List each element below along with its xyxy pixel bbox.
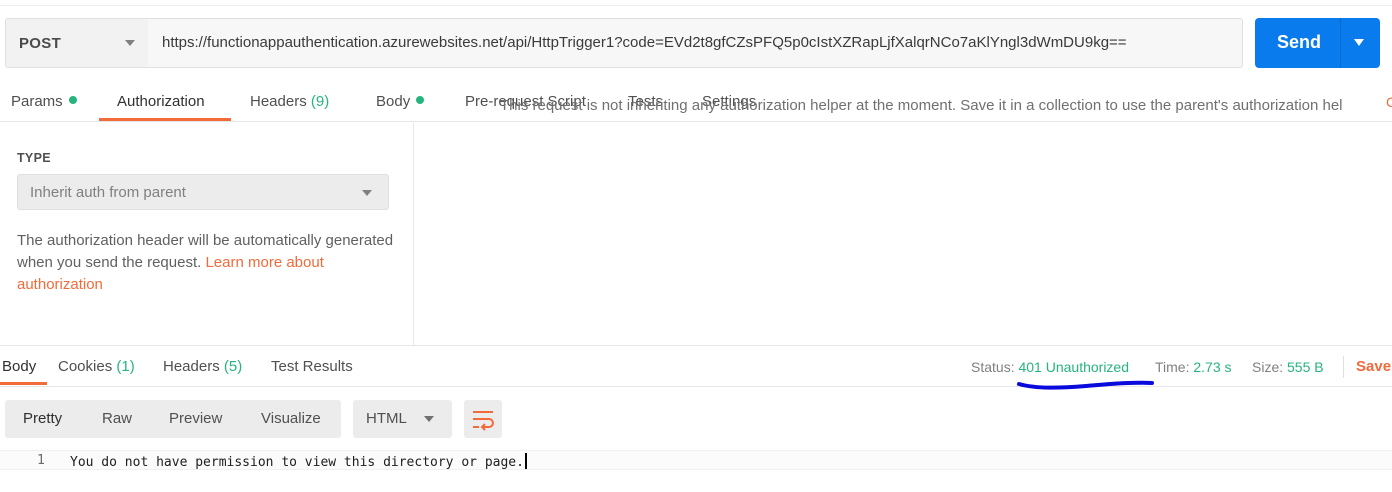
status-indicator: Status: 401 Unauthorized [971, 359, 1129, 375]
send-button[interactable]: Send [1255, 18, 1380, 68]
cookies-link-edge[interactable]: C [1386, 94, 1392, 108]
wrap-lines-icon [473, 411, 494, 431]
send-divider [1340, 18, 1341, 68]
tab-headers-count: (9) [310, 93, 330, 110]
format-select[interactable]: HTML [353, 400, 452, 438]
size-value[interactable]: 555 B [1287, 359, 1324, 375]
response-body-editor[interactable]: 1 You do not have permission to view thi… [0, 450, 1392, 470]
time-value[interactable]: 2.73 s [1193, 359, 1231, 375]
tab-authorization[interactable]: Authorization [117, 93, 205, 110]
view-preview-button[interactable]: Preview [169, 410, 222, 427]
auth-type-label: TYPE [17, 151, 51, 165]
send-options-chevron-icon[interactable] [1354, 39, 1364, 46]
response-tab-cookies-count: (1) [116, 358, 135, 375]
chevron-down-icon [125, 40, 135, 46]
time-label: Time: [1155, 359, 1190, 375]
response-tab-headers[interactable]: Headers (5) [163, 358, 242, 375]
tab-body[interactable]: Body [376, 93, 425, 110]
view-visualize-button[interactable]: Visualize [261, 410, 321, 427]
body-active-dot-icon [416, 96, 425, 104]
status-label: Status: [971, 359, 1015, 375]
method-select[interactable]: POST [5, 18, 149, 68]
method-label: POST [19, 35, 62, 52]
line-number: 1 [37, 453, 45, 468]
auth-inherit-message: This request is not inheriting any autho… [500, 97, 1343, 114]
response-tabs: Body Cookies (1) Headers (5) Test Result… [0, 346, 1392, 387]
view-raw-button[interactable]: Raw [102, 410, 132, 427]
auth-type-value: Inherit auth from parent [30, 184, 186, 201]
save-response-button[interactable]: Save [1356, 358, 1391, 375]
response-tab-test-results[interactable]: Test Results [271, 358, 353, 375]
response-tab-body[interactable]: Body [2, 358, 36, 375]
code-line-text: You do not have permission to view this … [70, 455, 524, 470]
active-response-tab-indicator [0, 382, 47, 385]
response-view-group: Pretty Raw Preview Visualize [5, 400, 341, 438]
top-edge [0, 0, 1392, 6]
code-line[interactable]: You do not have permission to view this … [70, 453, 527, 470]
view-pretty-button[interactable]: Pretty [23, 410, 62, 427]
wrap-lines-button[interactable] [464, 400, 502, 438]
status-annotation-underline [1017, 380, 1154, 390]
meta-divider [1343, 356, 1344, 378]
chevron-down-icon [362, 190, 372, 196]
auth-type-select[interactable]: Inherit auth from parent [17, 174, 389, 210]
time-indicator: Time: 2.73 s [1155, 359, 1232, 375]
status-value[interactable]: 401 Unauthorized [1018, 359, 1129, 375]
active-tab-indicator [99, 118, 231, 121]
auth-help-text: The authorization header will be automat… [17, 230, 397, 296]
chevron-down-icon [424, 416, 434, 422]
url-input[interactable]: https://functionappauthentication.azurew… [148, 18, 1243, 68]
size-indicator: Size: 555 B [1252, 359, 1324, 375]
tab-headers-label: Headers [250, 93, 307, 110]
response-tab-cookies[interactable]: Cookies (1) [58, 358, 135, 375]
send-label: Send [1277, 32, 1322, 52]
response-tab-cookies-label: Cookies [58, 358, 113, 375]
tab-headers[interactable]: Headers (9) [250, 93, 329, 110]
text-cursor [524, 453, 527, 469]
format-label: HTML [366, 410, 407, 427]
size-label: Size: [1252, 359, 1284, 375]
params-active-dot-icon [68, 96, 77, 104]
response-tab-headers-count: (5) [223, 358, 243, 375]
auth-type-panel: TYPE Inherit auth from parent The author… [0, 123, 414, 345]
tab-body-label: Body [376, 93, 411, 110]
tab-params-label: Params [11, 93, 63, 110]
tab-params[interactable]: Params [11, 93, 77, 110]
response-tab-headers-label: Headers [163, 358, 220, 375]
